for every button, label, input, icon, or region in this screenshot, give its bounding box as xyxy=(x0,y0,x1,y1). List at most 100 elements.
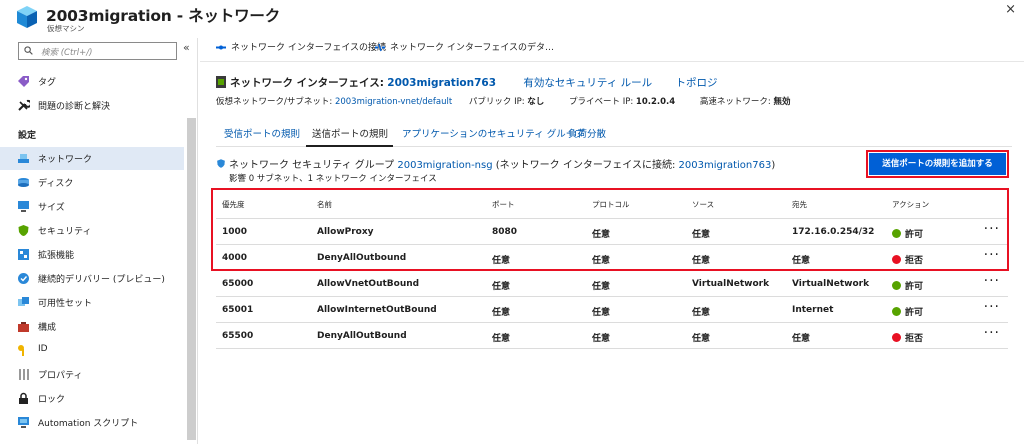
sidebar-item-lock[interactable]: ロック xyxy=(0,387,184,410)
nsg-prefix: ネットワーク セキュリティ グループ xyxy=(229,160,395,171)
sidebar-item-identity[interactable]: ID xyxy=(0,339,184,362)
nic-header: ネットワーク インターフェイス: 2003migration763 有効なセキュ… xyxy=(216,75,717,90)
more-options-icon[interactable]: ··· xyxy=(984,299,1000,315)
cell-port: 任意 xyxy=(492,334,511,344)
sidebar-item-label: タグ xyxy=(38,78,57,88)
cell-priority: 65500 xyxy=(222,331,254,341)
public-ip-label: パブリック IP: xyxy=(468,97,525,107)
sidebar-item-extensions[interactable]: 拡張機能 xyxy=(0,243,184,266)
sidebar-item-availability-set[interactable]: 可用性セット xyxy=(0,291,184,314)
close-icon[interactable]: × xyxy=(1005,2,1016,17)
sidebar-item-label: プロパティ xyxy=(38,371,83,381)
action-label: 許可 xyxy=(905,282,924,292)
search-icon xyxy=(24,46,33,55)
search-placeholder: 検索 (Ctrl+/) xyxy=(41,48,93,58)
properties-icon xyxy=(19,369,29,380)
public-ip-value: なし xyxy=(527,97,545,107)
topology-link[interactable]: トポロジ xyxy=(675,77,717,89)
detach-nic-button[interactable]: ネットワーク インターフェイスのデタ… xyxy=(374,40,554,53)
add-outbound-rule-button[interactable]: 送信ポートの規則を追加する xyxy=(869,153,1006,175)
cell-name: AllowInternetOutBound xyxy=(317,305,437,315)
sidebar-item-disk[interactable]: ディスク xyxy=(0,171,184,194)
more-options-icon[interactable]: ··· xyxy=(984,273,1000,289)
table-row[interactable]: 65000 AllowVnetOutBound 任意 任意 VirtualNetwork… xyxy=(216,271,1008,297)
key-icon xyxy=(18,345,24,356)
wrench-icon xyxy=(18,99,30,111)
deny-x-icon xyxy=(892,333,901,342)
action-label: 拒否 xyxy=(905,334,924,344)
nic-icon xyxy=(216,76,226,88)
detach-icon xyxy=(375,43,385,52)
nsg-close-paren: ) xyxy=(771,160,776,171)
cell-action: 許可 xyxy=(892,279,923,292)
sidebar-item-label: ID xyxy=(38,344,48,354)
nic-name-link[interactable]: 2003migration763 xyxy=(387,77,496,89)
cell-protocol: 任意 xyxy=(592,308,611,318)
cell-name: DenyAllOutBound xyxy=(317,331,407,341)
toolbar-divider xyxy=(200,61,1024,62)
cell-source: 任意 xyxy=(692,334,711,344)
tab-app-security-groups[interactable]: アプリケーションのセキュリティ グループ xyxy=(402,126,584,140)
shield-icon xyxy=(18,225,29,236)
detach-nic-label: ネットワーク インターフェイスのデタ… xyxy=(390,43,555,53)
sidebar-item-label: 可用性セット xyxy=(38,299,93,309)
sidebar-item-label: 問題の診断と解決 xyxy=(38,102,111,112)
accel-network-label: 高速ネットワーク: xyxy=(699,97,771,107)
table-row[interactable]: 65500 DenyAllOutBound 任意 任意 任意 任意 拒否 ··· xyxy=(216,323,1008,349)
sidebar-scrollbar[interactable] xyxy=(187,118,196,440)
sidebar-item-label: ロック xyxy=(38,395,66,405)
extension-icon xyxy=(18,249,29,260)
script-icon xyxy=(18,417,29,428)
nic-label: ネットワーク インターフェイス: xyxy=(230,77,384,89)
tab-outbound-rules[interactable]: 送信ポートの規則 xyxy=(312,126,388,140)
active-tab-indicator xyxy=(306,145,393,147)
page-subtitle: 仮想マシン xyxy=(47,24,85,33)
action-label: 許可 xyxy=(905,308,924,318)
effective-rules-link[interactable]: 有効なセキュリティ ルール xyxy=(523,77,652,89)
sidebar-item-properties[interactable]: プロパティ xyxy=(0,363,184,386)
nsg-shield-icon xyxy=(217,159,225,168)
search-input[interactable]: 検索 (Ctrl+/) xyxy=(18,42,177,60)
sidebar-item-label: Automation スクリプト xyxy=(38,419,139,429)
nsg-attached-text: (ネットワーク インターフェイスに接続: xyxy=(495,160,676,171)
cell-action: 許可 xyxy=(892,305,923,318)
lock-icon xyxy=(19,392,28,404)
sidebar-item-configuration[interactable]: 構成 xyxy=(0,315,184,338)
allow-check-icon xyxy=(892,307,901,316)
sidebar-item-tags[interactable]: タグ xyxy=(0,70,184,93)
disk-icon xyxy=(18,178,29,187)
cell-destination: Internet xyxy=(792,305,834,315)
blade-header: 2003migration - ネットワーク 仮想マシン × xyxy=(0,0,1024,38)
sidebar-item-automation-script[interactable]: Automation スクリプト xyxy=(0,411,184,434)
attach-nic-button[interactable]: ネットワーク インターフェイスの接続 xyxy=(215,40,386,53)
cell-name: AllowVnetOutBound xyxy=(317,279,420,289)
nsg-line: ネットワーク セキュリティ グループ 2003migration-nsg (ネッ… xyxy=(216,156,775,171)
accel-network-value: 無効 xyxy=(773,97,791,107)
sidebar-item-diagnose[interactable]: 問題の診断と解決 xyxy=(0,94,184,117)
nsg-nic-link[interactable]: 2003migration763 xyxy=(679,160,772,171)
private-ip-label: プライベート IP: xyxy=(569,97,634,107)
cell-protocol: 任意 xyxy=(592,334,611,344)
table-row[interactable]: 65001 AllowInternetOutBound 任意 任意 任意 Internet… xyxy=(216,297,1008,323)
vnet-link[interactable]: 2003migration-vnet/default xyxy=(335,97,452,107)
cell-protocol: 任意 xyxy=(592,282,611,292)
attach-nic-label: ネットワーク インターフェイスの接続 xyxy=(231,43,387,53)
nsg-name-link[interactable]: 2003migration-nsg xyxy=(397,160,492,171)
sidebar-item-label: ネットワーク xyxy=(38,155,93,165)
sidebar-item-continuous-delivery[interactable]: 継続的デリバリー (プレビュー) xyxy=(0,267,184,290)
sidebar-item-security[interactable]: セキュリティ xyxy=(0,219,184,242)
vnet-label: 仮想ネットワーク/サブネット: xyxy=(216,97,333,107)
more-options-icon[interactable]: ··· xyxy=(984,325,1000,341)
sidebar-item-label: 構成 xyxy=(38,323,57,333)
cell-destination: 任意 xyxy=(792,334,811,344)
network-icon xyxy=(18,154,29,163)
tab-load-balancing[interactable]: 負荷分散 xyxy=(568,126,606,140)
section-heading-settings: 設定 xyxy=(18,131,37,141)
sidebar-item-size[interactable]: サイズ xyxy=(0,195,184,218)
sidebar-item-network[interactable]: ネットワーク xyxy=(0,147,184,170)
nic-info-row: 仮想ネットワーク/サブネット: 2003migration-vnet/defau… xyxy=(216,95,790,107)
collapse-sidebar-icon[interactable]: « xyxy=(183,41,190,54)
private-ip-value: 10.2.0.4 xyxy=(635,97,676,107)
tab-inbound-rules[interactable]: 受信ポートの規則 xyxy=(224,126,300,140)
availability-icon xyxy=(18,297,29,306)
